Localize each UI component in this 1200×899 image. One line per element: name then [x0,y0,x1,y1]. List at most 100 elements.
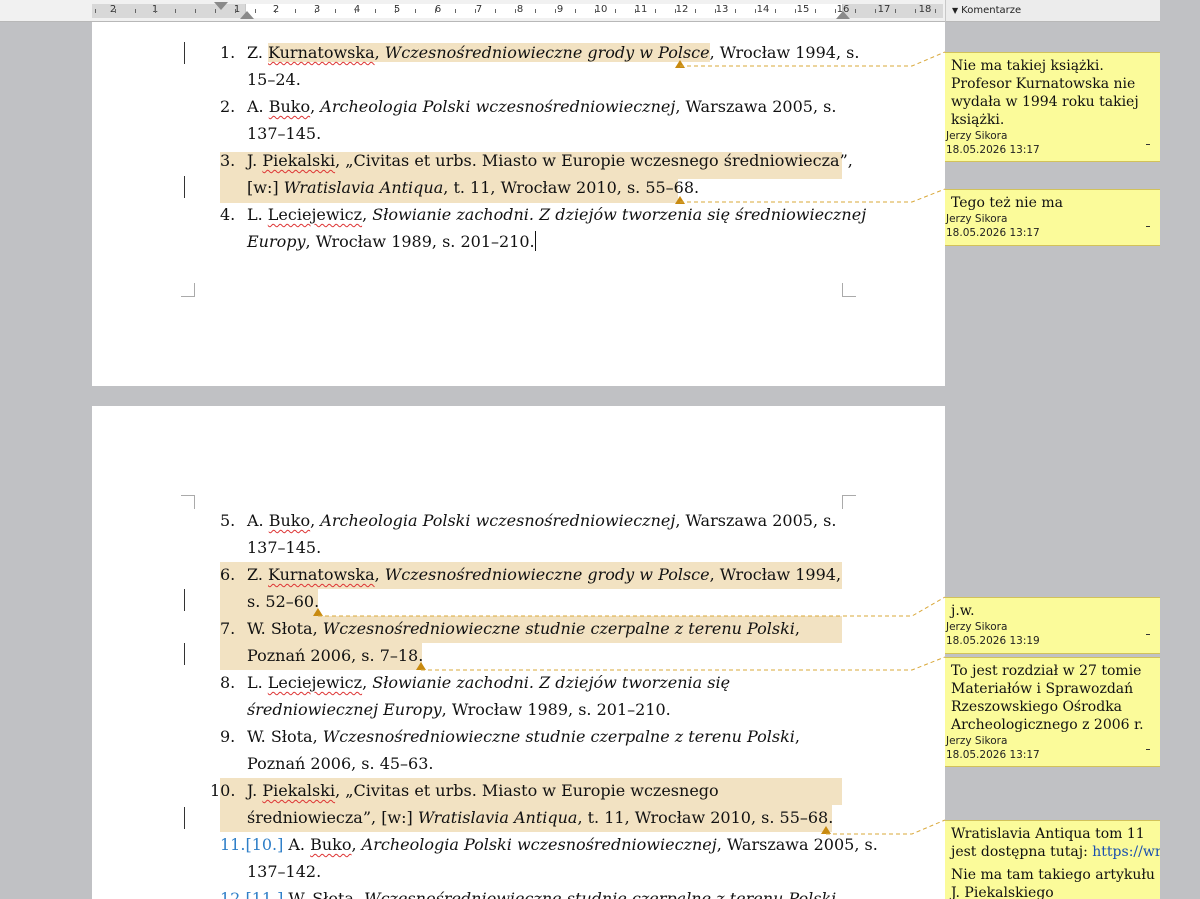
comment-text[interactable]: Nie ma takiej książki. Profesor Kurnatow… [945,53,1160,129]
reference-text: L. [247,673,268,692]
ruler-tick [255,9,256,13]
reference-text: średniowiecznej Europy [247,700,442,719]
reference-list[interactable]: 1. Z. Kurnatowska, Wczesnośredniowieczne … [220,39,866,255]
comment-text[interactable]: Tego też nie ma [945,190,1160,212]
document-page-2[interactable]: 5. A. Buko, Archeologia Polski wczesnośre… [92,406,945,899]
comment-text[interactable]: j.w. [945,598,1160,620]
list-number: 12.[11.] [220,889,284,899]
comment-date: 18.05.2026 13:17 [946,749,1040,761]
reference-line[interactable]: Poznań 2006, s. 45–63. [220,750,820,777]
right-indent-marker[interactable] [836,11,850,19]
misspelled-word: Kurnatowska [268,43,375,62]
comment-link[interactable]: https://wrat [1092,844,1160,860]
reference-line[interactable]: 4. L. Leciejewicz, Słowianie zachodni. Z … [220,201,866,228]
ruler-number: 13 [715,4,729,15]
ruler-tick [415,9,416,13]
list-number: 6. [220,565,236,584]
ruler-tick [555,9,556,13]
reference-line[interactable]: [w:] Wratislavia Antiqua, t. 11, Wrocław… [220,174,820,201]
chevron-down-icon: ▼ [952,6,959,15]
ruler-tick [615,9,616,13]
reference-line[interactable]: 2. A. Buko, Archeologia Polski wczesnośre… [220,93,836,120]
comment-reply-text[interactable]: Nie ma tam takiego artykułu J. Piekalski… [945,861,1160,899]
ruler-tick [675,9,676,13]
ruler-tick [935,9,936,13]
comment-menu-icon[interactable] [1146,144,1150,145]
comment-menu-icon[interactable] [1146,634,1150,635]
comment-box[interactable]: To jest rozdział w 27 tomie Materiałów i… [945,657,1160,767]
comment-author: Jerzy Sikora [946,621,1008,633]
comment-box[interactable]: Nie ma takiej książki. Profesor Kurnatow… [945,52,1160,162]
ruler-tick [315,9,316,13]
reference-line[interactable]: 5. A. Buko, Archeologia Polski wczesnośre… [220,507,836,534]
ruler-number: 15 [796,4,810,15]
reference-line[interactable]: średniowiecznej Europy, Wrocław 1989, s.… [220,696,820,723]
hanging-indent-marker[interactable] [240,11,254,19]
reference-line[interactable]: 3. J. Piekalski, „Civitas et urbs. Miasto… [220,147,853,174]
ruler-tick [815,9,816,13]
ruler-tick [375,9,376,13]
ruler-tick [795,9,796,13]
comment-anchor-icon[interactable] [675,196,685,204]
horizontal-ruler[interactable]: 21123456789101112131415161718 [0,0,945,22]
comment-anchor-icon[interactable] [416,662,426,670]
first-line-indent-marker[interactable] [214,2,228,10]
reference-line[interactable]: 137–145. [220,120,820,147]
comment-text[interactable]: To jest rozdział w 27 tomie Materiałów i… [945,658,1160,734]
reference-line[interactable]: 137–142. [220,858,820,885]
document-page-1[interactable]: 1. Z. Kurnatowska, Wczesnośredniowieczne … [92,22,945,386]
reference-line[interactable]: 11.[10.] A. Buko, Archeologia Polski wcze… [220,831,878,858]
comments-panel-toggle[interactable]: ▼ Komentarze [945,0,1160,22]
misspelled-word: Buko [268,511,311,530]
reference-text: Poznań 2006, s. 45–63. [247,754,434,773]
reference-text: , Wrocław 1989, s. 201–210. [441,700,671,719]
reference-text: Wratislavia Antiqua [417,808,578,827]
ruler-tick [535,9,536,13]
comment-box[interactable]: j.w. Jerzy Sikora 18.05.2026 13:19 [945,597,1160,654]
reference-text: W. Słota, [247,619,323,638]
reference-line[interactable]: 6. Z. Kurnatowska, Wczesnośredniowieczne … [220,561,841,588]
reference-line[interactable]: 137–145. [220,534,820,561]
reference-text: średniowiecza”, [w:] [247,808,418,827]
reference-line[interactable]: 10. J. Piekalski, „Civitas et urbs. Miast… [210,777,820,804]
reference-line[interactable]: 9. W. Słota, Wczesnośredniowieczne studni… [220,723,820,750]
reference-text: 137–145. [247,124,322,143]
reference-line[interactable]: 7. W. Słota, Wczesnośredniowieczne studni… [220,615,820,642]
reference-text: [w:] [247,178,284,197]
reference-text: W. Słota, [247,727,323,746]
reference-line[interactable]: 15–24. [220,66,820,93]
reference-text: , [362,673,373,692]
ruler-number: 14 [756,4,770,15]
reference-line[interactable]: Europy, Wrocław 1989, s. 201–210. [220,228,820,255]
reference-text: , [374,43,385,62]
list-number: 7. [220,619,236,638]
comment-anchor-icon[interactable] [675,60,685,68]
comment-menu-icon[interactable] [1146,749,1150,750]
list-number: 3. [220,151,236,170]
reference-text: , [794,727,800,746]
reference-text: 137–142. [247,862,322,881]
reference-text: A. [288,835,311,854]
reference-line[interactable]: średniowiecza”, [w:] Wratislavia Antiqua… [220,804,833,831]
list-number: 1. [220,43,236,62]
reference-line[interactable]: 8. L. Leciejewicz, Słowianie zachodni. Z … [220,669,820,696]
comment-text[interactable]: Wratislavia Antiqua tom 11 jest dostępna… [945,821,1160,861]
reference-text: Poznań 2006, s. 7–18. [247,646,424,665]
comment-anchor-icon[interactable] [821,826,831,834]
reference-line[interactable]: 12.[11.] W. Słota, Wczesnośredniowieczne … [220,885,836,899]
ruler-tick [915,9,916,13]
comment-anchor-icon[interactable] [313,608,323,616]
ruler-number: 17 [877,4,891,15]
reference-line[interactable]: Poznań 2006, s. 7–18. [220,642,820,669]
reference-line[interactable]: s. 52–60. [220,588,820,615]
reference-text: Wczesnośredniowieczne grody w Polsce [384,565,710,584]
reference-text: , Wrocław 1989, s. 201–210. [305,232,535,251]
reference-line[interactable]: 1. Z. Kurnatowska, Wczesnośredniowieczne … [220,39,859,66]
reference-list[interactable]: 5. A. Buko, Archeologia Polski wczesnośre… [210,507,878,899]
list-number: 2. [220,97,236,116]
comment-menu-icon[interactable] [1146,226,1150,227]
comment-author: Jerzy Sikora [946,213,1008,225]
list-number: 4. [220,205,236,224]
comment-box[interactable]: Wratislavia Antiqua tom 11 jest dostępna… [945,820,1160,899]
comment-box[interactable]: Tego też nie ma Jerzy Sikora 18.05.2026 … [945,189,1160,246]
